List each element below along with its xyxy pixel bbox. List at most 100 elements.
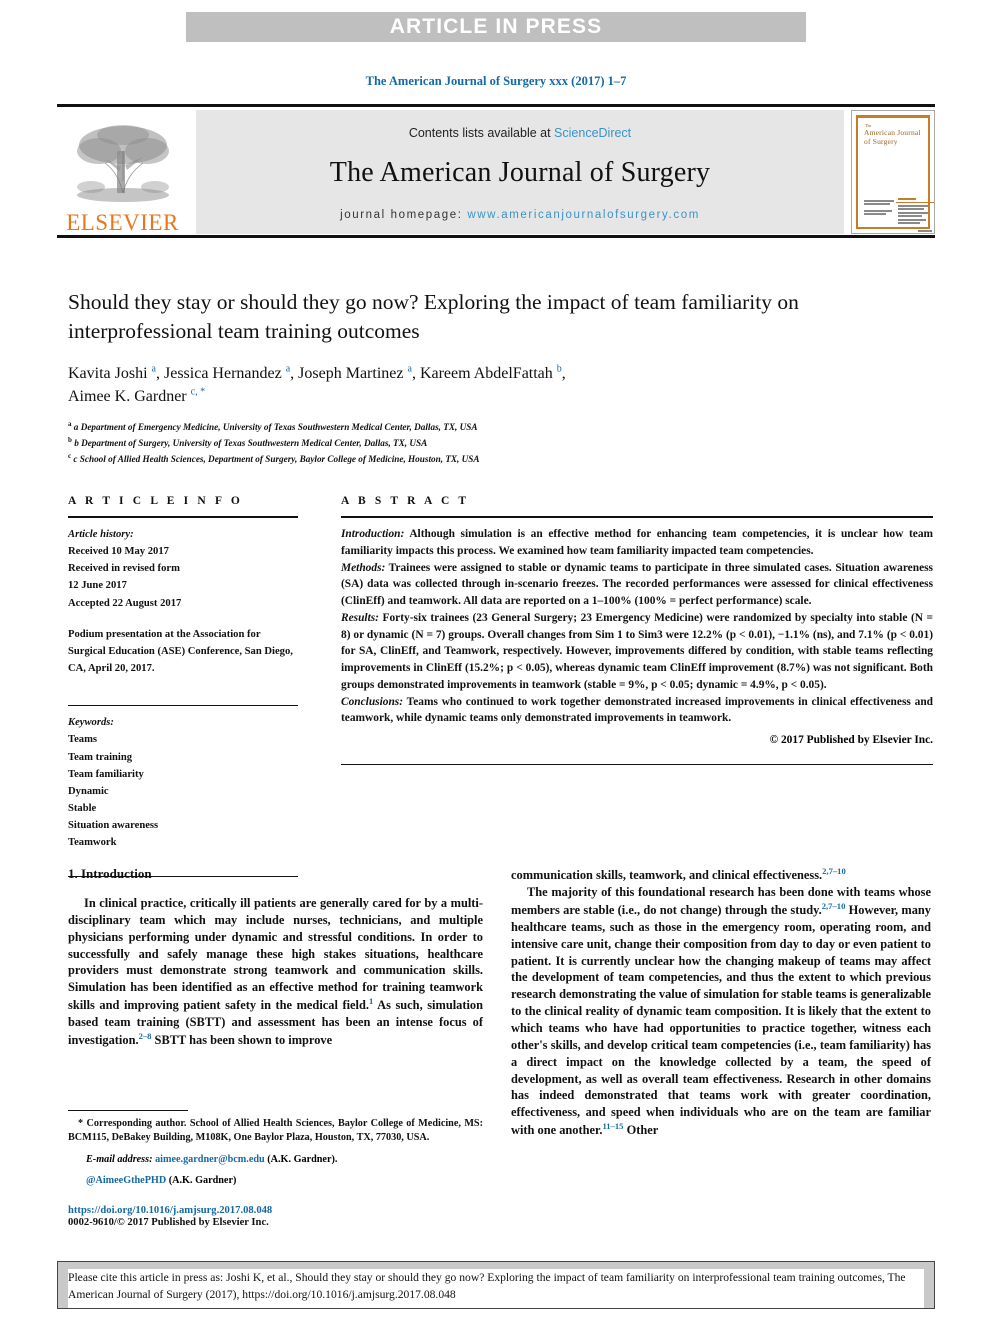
abstract-section-label: Results: (341, 611, 379, 624)
keyword-item: Situation awareness (68, 820, 159, 832)
article-in-press-banner: ARTICLE IN PRESS (186, 12, 806, 42)
article-info-rule (68, 516, 298, 518)
journal-homepage-label: journal homepage: (340, 208, 468, 221)
cover-text-bar (864, 200, 894, 202)
cover-text-bar (864, 213, 886, 215)
intro-text-part1: In clinical practice, critically ill pat… (68, 896, 483, 1013)
presentation-note: Podium presentation at the Association f… (68, 628, 293, 675)
elsevier-wordmark: ELSEVIER (66, 210, 179, 235)
affiliation-list: a a Department of Emergency Medicine, Un… (68, 419, 928, 467)
keywords-label: Keywords: (68, 717, 114, 729)
affiliation-item: a a Department of Emergency Medicine, Un… (68, 419, 928, 435)
footnote-block: * Corresponding author. School of Allied… (68, 1110, 483, 1228)
issn-copyright: © 2017 Published by Elsevier Inc. (116, 1216, 269, 1228)
cover-text-bar (898, 219, 926, 221)
section-heading-introduction: 1. Introduction (68, 866, 152, 881)
cover-text-bar (898, 208, 924, 210)
author-list: Kavita Joshi a, Jessica Hernandez a, Jos… (68, 362, 928, 408)
intro-continuation-right: communication skills, teamwork, and clin… (511, 866, 931, 884)
affil-marker-b: b (556, 363, 562, 375)
body-column-right: communication skills, teamwork, and clin… (511, 866, 931, 1139)
twitter-handle-line: @AimeeGthePHD (A.K. Gardner) (68, 1173, 483, 1188)
abstract-section-results: Results: Forty-six trainees (23 General … (341, 610, 933, 694)
abstract-section-label: Conclusions: (341, 695, 404, 708)
citation-text: Please cite this article in press as: Jo… (68, 1271, 906, 1302)
email-link[interactable]: aimee.gardner@bcm.edu (155, 1154, 265, 1165)
email-address-label: E-mail address: (86, 1153, 153, 1165)
citation-box: Please cite this article in press as: Jo… (57, 1261, 935, 1309)
abstract-section-label: Introduction: (341, 528, 405, 540)
twitter-link[interactable]: @AimeeGthePHD (86, 1175, 166, 1186)
article-history-label: Article history: (68, 529, 134, 540)
article-info-panel: A R T I C L E I N F O Article history: R… (68, 495, 298, 885)
journal-title: The American Journal of Surgery (329, 156, 711, 188)
sciencedirect-link[interactable]: ScienceDirect (554, 126, 631, 140)
abstract-section-conclusions: Conclusions: Teams who continued to work… (341, 694, 933, 728)
citation-ref[interactable]: 2–8 (139, 1031, 152, 1041)
keyword-item: Team training (68, 751, 133, 763)
elsevier-tree-icon (76, 125, 169, 202)
abstract-panel: A B S T R A C T Introduction: Although s… (341, 495, 933, 773)
email-address-line: E-mail address: aimee.gardner@bcm.edu (A… (68, 1152, 483, 1167)
affiliation-item: b b Department of Surgery, University of… (68, 435, 928, 451)
affiliation-text: c School of Allied Health Sciences, Depa… (73, 453, 480, 464)
issn-number: 0002-9610/ (68, 1216, 117, 1228)
intro-paragraph-left: In clinical practice, critically ill pat… (68, 895, 483, 1049)
intro-text-part3: SBTT has been shown to improve (151, 1033, 333, 1048)
journal-masthead: ELSEVIER Contents lists available at Sci… (57, 104, 935, 238)
affil-marker-a: a (407, 363, 412, 375)
article-history-item: Received in revised form (68, 563, 180, 575)
citation-box-inner: Please cite this article in press as: Jo… (68, 1269, 924, 1308)
body-column-left: 1. Introduction In clinical practice, cr… (68, 866, 483, 1049)
cover-text-bar (898, 215, 922, 217)
abstract-heading: A B S T R A C T (341, 495, 470, 507)
affil-marker-a: a (285, 363, 291, 375)
intro-right-text2: However, many healthcare teams, such as … (511, 902, 932, 1138)
journal-homepage-link[interactable]: www.americanjournalofsurgery.com (467, 209, 700, 221)
email-attribution: (A.K. Gardner). (264, 1153, 338, 1165)
author-line-2: Aimee K. Gardner c, * (68, 387, 206, 406)
title-block: Should they stay or should they go now? … (68, 288, 928, 466)
cover-text-bar (898, 212, 928, 214)
masthead-center-panel: Contents lists available at ScienceDirec… (196, 110, 844, 234)
affil-marker-c: c, * (190, 387, 206, 399)
author-line-1: Kavita Joshi a, Jessica Hernandez a, Jos… (68, 363, 566, 383)
abstract-copyright: © 2017 Published by Elsevier Inc. (769, 734, 933, 747)
contents-lists-label: Contents lists available at (408, 125, 555, 140)
cover-text-bar (864, 210, 892, 212)
affil-marker-a: a (151, 363, 156, 375)
cover-text-bar (898, 222, 920, 224)
affil-key-b: b (68, 435, 72, 444)
keyword-list: Teams Team training Team familiarity Dyn… (68, 731, 298, 851)
doi-link[interactable]: https://doi.org/10.1016/j.amjsurg.2017.0… (68, 1205, 483, 1216)
journal-cover-thumbnail: The American Journal of Surgery (851, 110, 935, 234)
intro-right-text3: Other (623, 1123, 659, 1138)
article-in-press-label: ARTICLE IN PRESS (389, 15, 603, 38)
keyword-item: Teams (68, 734, 98, 746)
article-info-heading: A R T I C L E I N F O (68, 495, 243, 507)
abstract-section-label: Methods: (341, 561, 386, 574)
article-history-item: 12 June 2017 (68, 580, 127, 592)
contents-lists-line: Contents lists available at ScienceDirec… (409, 126, 631, 140)
cover-text-bar (898, 205, 928, 207)
citation-ref[interactable]: 2,7–10 (822, 866, 846, 876)
keyword-item: Teamwork (68, 837, 117, 849)
abstract-bottom-rule (341, 764, 933, 766)
abstract-section-text: Forty-six trainees (23 General Surgery; … (341, 611, 933, 691)
cover-divider-rule (896, 202, 934, 203)
footnote-rule (68, 1110, 188, 1111)
cover-text-bar (864, 203, 890, 205)
masthead-top-rule (57, 104, 935, 107)
affil-key-c: c (68, 451, 72, 460)
abstract-section-methods: Methods: Trainees were assigned to stabl… (341, 560, 933, 610)
twitter-attribution: (A.K. Gardner) (166, 1175, 237, 1187)
citation-ref[interactable]: 11–15 (602, 1121, 623, 1131)
journal-cover-frame: The American Journal of Surgery (856, 115, 934, 232)
keywords-rule (68, 705, 298, 707)
journal-cover-title: American Journal of Surgery (864, 128, 921, 146)
article-history-item: Accepted 22 August 2017 (68, 597, 182, 609)
citation-ref[interactable]: 2,7–10 (822, 901, 846, 911)
intro-paragraph-right: The majority of this foundational resear… (511, 884, 931, 1139)
abstract-section-introduction: Introduction: Although simulation is an … (341, 526, 933, 560)
affiliation-item: c c School of Allied Health Sciences, De… (68, 451, 928, 467)
